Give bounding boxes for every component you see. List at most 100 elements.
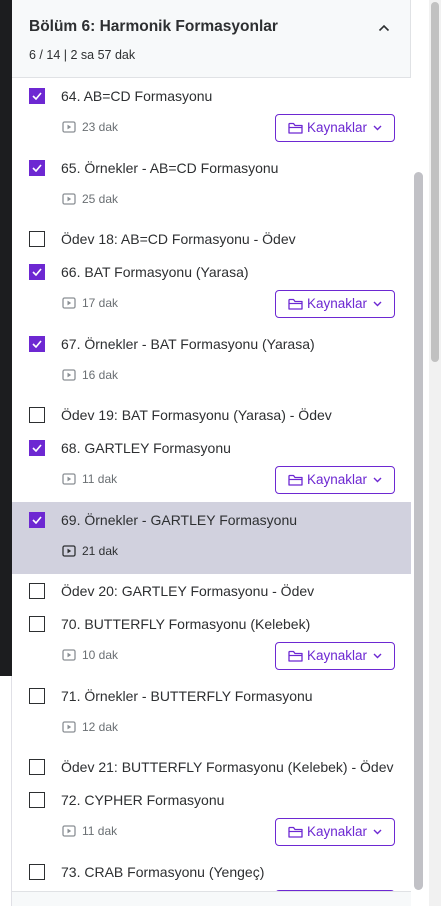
resources-label: Kaynaklar xyxy=(306,120,368,135)
video-icon xyxy=(62,193,76,205)
lecture-duration: 25 dak xyxy=(82,192,119,206)
chevron-down-icon xyxy=(373,829,382,835)
completion-checkbox[interactable] xyxy=(29,583,45,599)
check-icon xyxy=(32,516,42,524)
completion-checkbox[interactable] xyxy=(29,407,45,423)
lecture-meta: 11 dak xyxy=(62,824,117,838)
lecture-item[interactable]: 72. CYPHER Formasyonu 11 dak Kaynaklar xyxy=(12,782,411,854)
lecture-meta: 11 dak xyxy=(62,472,117,486)
check-icon xyxy=(32,444,42,452)
resources-button[interactable]: Kaynaklar xyxy=(275,642,395,670)
lecture-title: 71. Örnekler - BUTTERFLY Formasyonu xyxy=(61,688,313,704)
lecture-title: 65. Örnekler - AB=CD Formasyonu xyxy=(61,160,279,176)
lecture-title: Ödev 18: AB=CD Formasyonu - Ödev xyxy=(61,231,296,247)
section-progress: 6 / 14 | 2 sa 57 dak xyxy=(29,48,136,62)
lecture-list: 64. AB=CD Formasyonu 23 dak Kaynaklar 65. Ö… xyxy=(12,78,411,906)
resources-label: Kaynaklar xyxy=(306,472,368,487)
completion-checkbox[interactable] xyxy=(29,616,45,632)
folder-icon xyxy=(288,826,303,838)
completion-checkbox[interactable] xyxy=(29,440,45,456)
completion-checkbox[interactable] xyxy=(29,864,45,880)
video-icon xyxy=(62,721,76,733)
folder-icon xyxy=(288,474,303,486)
video-icon xyxy=(62,649,76,661)
completion-checkbox[interactable] xyxy=(29,688,45,704)
section-title: Bölüm 6: Harmonik Formasyonlar xyxy=(29,18,278,35)
chevron-down-icon xyxy=(373,301,382,307)
lecture-title: Ödev 19: BAT Formasyonu (Yarasa) - Ödev xyxy=(61,407,332,423)
lecture-item[interactable]: 64. AB=CD Formasyonu 23 dak Kaynaklar xyxy=(12,78,411,150)
next-section-header[interactable] xyxy=(12,891,411,906)
lecture-title: 70. BUTTERFLY Formasyonu (Kelebek) xyxy=(61,616,311,632)
video-icon xyxy=(62,369,76,381)
lecture-item[interactable]: 67. Örnekler - BAT Formasyonu (Yarasa) 16… xyxy=(12,326,411,398)
resources-button[interactable]: Kaynaklar xyxy=(275,114,395,142)
lecture-title: 69. Örnekler - GARTLEY Formasyonu xyxy=(61,512,298,528)
resources-label: Kaynaklar xyxy=(306,296,368,311)
folder-icon xyxy=(288,650,303,662)
chevron-down-icon xyxy=(373,477,382,483)
lecture-meta: 17 dak xyxy=(62,296,118,310)
video-icon xyxy=(62,121,76,133)
folder-icon xyxy=(288,298,303,310)
page-background-edge xyxy=(0,676,12,906)
assignment-item[interactable]: Ödev 21: BUTTERFLY Formasyonu (Kelebek) … xyxy=(12,750,411,782)
completion-checkbox[interactable] xyxy=(29,792,45,808)
lecture-meta: 25 dak xyxy=(62,192,118,206)
lecture-duration: 11 dak xyxy=(82,824,118,838)
section-header[interactable]: Bölüm 6: Harmonik Formasyonlar 6 / 14 | … xyxy=(12,0,411,78)
assignment-item[interactable]: Ödev 18: AB=CD Formasyonu - Ödev xyxy=(12,222,411,254)
lecture-duration: 23 dak xyxy=(82,120,119,134)
lecture-title: 73. CRAB Formasyonu (Yengeç) xyxy=(61,864,265,880)
completion-checkbox[interactable] xyxy=(29,160,45,176)
check-icon xyxy=(32,92,42,100)
completion-checkbox[interactable] xyxy=(29,88,45,104)
course-content-panel: Bölüm 6: Harmonik Formasyonlar 6 / 14 | … xyxy=(12,0,411,906)
lecture-duration: 10 dak xyxy=(82,648,119,662)
lecture-meta: 12 dak xyxy=(62,720,118,734)
video-icon xyxy=(62,473,76,485)
page-scrollbar-thumb[interactable] xyxy=(431,2,439,362)
chevron-up-icon[interactable] xyxy=(376,20,392,36)
lecture-item[interactable]: 69. Örnekler - GARTLEY Formasyonu 21 dak xyxy=(12,502,411,574)
completion-checkbox[interactable] xyxy=(29,336,45,352)
lecture-item[interactable]: 66. BAT Formasyonu (Yarasa) 17 dak Kaynakl… xyxy=(12,254,411,326)
assignment-item[interactable]: Ödev 20: GARTLEY Formasyonu - Ödev xyxy=(12,574,411,606)
lecture-duration: 16 dak xyxy=(82,368,119,382)
resources-button[interactable]: Kaynaklar xyxy=(275,290,395,318)
chevron-down-icon xyxy=(373,125,382,131)
lecture-duration: 21 dak xyxy=(82,544,119,558)
lecture-meta: 10 dak xyxy=(62,648,118,662)
lecture-duration: 11 dak xyxy=(82,472,118,486)
lecture-title: 67. Örnekler - BAT Formasyonu (Yarasa) xyxy=(61,336,315,352)
lecture-item[interactable]: 71. Örnekler - BUTTERFLY Formasyonu 12 da… xyxy=(12,678,411,750)
folder-icon xyxy=(288,122,303,134)
lecture-title: 66. BAT Formasyonu (Yarasa) xyxy=(61,264,249,280)
lecture-meta: 16 dak xyxy=(62,368,118,382)
lecture-duration: 17 dak xyxy=(82,296,119,310)
lecture-item[interactable]: 70. BUTTERFLY Formasyonu (Kelebek) 10 dak… xyxy=(12,606,411,678)
check-icon xyxy=(32,164,42,172)
video-icon xyxy=(62,545,76,557)
lecture-title: 72. CYPHER Formasyonu xyxy=(61,792,225,808)
resources-button[interactable]: Kaynaklar xyxy=(275,818,395,846)
assignment-item[interactable]: Ödev 19: BAT Formasyonu (Yarasa) - Ödev xyxy=(12,398,411,430)
resources-label: Kaynaklar xyxy=(306,648,368,663)
lecture-title: 68. GARTLEY Formasyonu xyxy=(61,440,231,456)
completion-checkbox[interactable] xyxy=(29,231,45,247)
completion-checkbox[interactable] xyxy=(29,759,45,775)
video-area-edge xyxy=(0,0,12,676)
lecture-title: Ödev 21: BUTTERFLY Formasyonu (Kelebek) … xyxy=(61,759,394,775)
lecture-meta: 21 dak xyxy=(62,544,118,558)
resources-button[interactable]: Kaynaklar xyxy=(275,466,395,494)
panel-scrollbar-thumb[interactable] xyxy=(414,172,423,890)
video-icon xyxy=(62,825,76,837)
lecture-item[interactable]: 65. Örnekler - AB=CD Formasyonu 25 dak xyxy=(12,150,411,222)
lecture-duration: 12 dak xyxy=(82,720,119,734)
check-icon xyxy=(32,268,42,276)
completion-checkbox[interactable] xyxy=(29,264,45,280)
lecture-item[interactable]: 68. GARTLEY Formasyonu 11 dak Kaynaklar xyxy=(12,430,411,502)
completion-checkbox[interactable] xyxy=(29,512,45,528)
lecture-title: 64. AB=CD Formasyonu xyxy=(61,88,213,104)
resources-label: Kaynaklar xyxy=(306,824,368,839)
